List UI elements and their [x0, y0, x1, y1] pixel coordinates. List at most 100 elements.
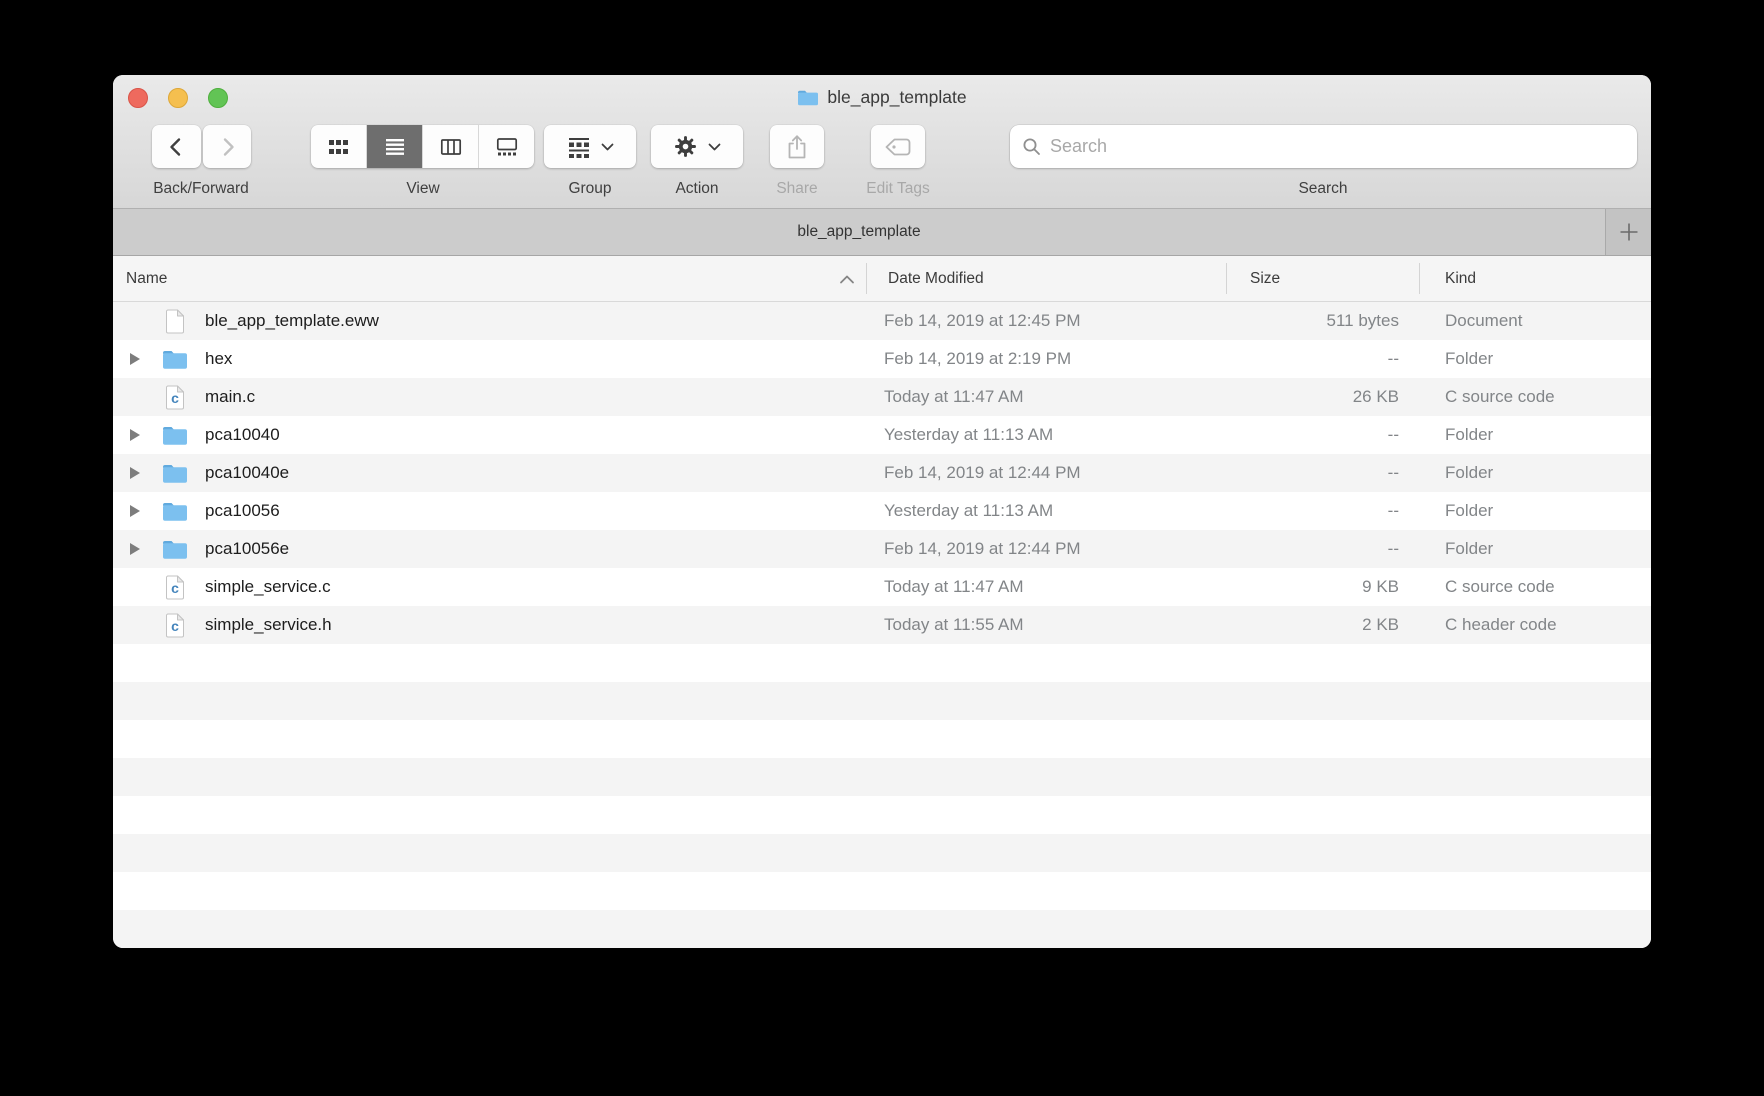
view-segmented-control: [311, 125, 534, 168]
action-caption: Action: [675, 180, 718, 198]
file-name: simple_service.h: [205, 606, 332, 644]
chevron-down-icon: [708, 143, 721, 151]
file-size: 9 KB: [1226, 568, 1399, 606]
disclosure-triangle-icon[interactable]: [130, 543, 140, 555]
column-resize-handle[interactable]: [1226, 263, 1227, 294]
file-icon: [159, 530, 191, 568]
group-button[interactable]: [544, 125, 636, 168]
edit-tags-button[interactable]: [871, 125, 925, 168]
search-field[interactable]: [1010, 125, 1637, 168]
file-row[interactable]: hex Feb 14, 2019 at 2:19 PM -- Folder: [113, 340, 1651, 378]
file-kind: C source code: [1445, 378, 1555, 416]
file-size: 2 KB: [1226, 606, 1399, 644]
file-row[interactable]: pca10056 Yesterday at 11:13 AM -- Folder: [113, 492, 1651, 530]
doc-letter: c: [165, 618, 185, 634]
file-name: pca10056e: [205, 530, 289, 568]
gallery-view-button[interactable]: [478, 125, 534, 168]
disclosure-triangle-icon[interactable]: [130, 353, 140, 365]
column-resize-handle[interactable]: [1419, 263, 1420, 294]
file-row[interactable]: pca10040 Yesterday at 11:13 AM -- Folder: [113, 416, 1651, 454]
gear-icon: [673, 134, 698, 159]
folder-icon: [162, 349, 188, 370]
column-header-name[interactable]: Name: [126, 256, 167, 301]
file-icon: [159, 302, 191, 340]
tag-icon: [884, 136, 912, 158]
file-icon: [159, 340, 191, 378]
file-size: --: [1226, 530, 1399, 568]
desktop-background: ble_app_template: [0, 0, 1764, 1096]
new-tab-button[interactable]: [1605, 209, 1651, 255]
empty-row: [113, 796, 1651, 834]
file-name: simple_service.c: [205, 568, 331, 606]
file-icon: c: [159, 568, 191, 606]
chevron-down-icon: [601, 143, 614, 151]
title-bar: ble_app_template: [113, 75, 1651, 119]
share-caption: Share: [776, 180, 817, 198]
finder-window: ble_app_template: [113, 75, 1651, 948]
file-row[interactable]: c simple_service.c Today at 11:47 AM 9 K…: [113, 568, 1651, 606]
column-view-button[interactable]: [422, 125, 478, 168]
group-caption: Group: [568, 180, 611, 198]
file-date: Feb 14, 2019 at 2:19 PM: [884, 340, 1071, 378]
file-kind: Folder: [1445, 492, 1493, 530]
file-size: 26 KB: [1226, 378, 1399, 416]
search-input[interactable]: [1048, 135, 1625, 158]
file-size: --: [1226, 454, 1399, 492]
disclosure-triangle-icon[interactable]: [130, 429, 140, 441]
file-kind: C header code: [1445, 606, 1557, 644]
doc-letter: c: [165, 580, 185, 596]
share-button[interactable]: [770, 125, 824, 168]
file-row[interactable]: c simple_service.h Today at 11:55 AM 2 K…: [113, 606, 1651, 644]
window-title: ble_app_template: [827, 87, 966, 108]
file-icon: c: [159, 378, 191, 416]
file-kind: Folder: [1445, 416, 1493, 454]
file-row[interactable]: c main.c Today at 11:47 AM 26 KB C sourc…: [113, 378, 1651, 416]
icon-view-button[interactable]: [311, 125, 366, 168]
file-row[interactable]: pca10056e Feb 14, 2019 at 12:44 PM -- Fo…: [113, 530, 1651, 568]
view-caption: View: [406, 180, 439, 198]
file-date: Yesterday at 11:13 AM: [884, 416, 1053, 454]
empty-row: [113, 682, 1651, 720]
document-icon: c: [165, 575, 185, 600]
file-name: pca10040: [205, 416, 280, 454]
file-date: Feb 14, 2019 at 12:45 PM: [884, 302, 1081, 340]
column-header-size[interactable]: Size: [1250, 256, 1280, 301]
file-size: --: [1226, 340, 1399, 378]
empty-row: [113, 758, 1651, 796]
list-view-button[interactable]: [366, 125, 422, 168]
folder-icon: [162, 425, 188, 446]
file-kind: Folder: [1445, 340, 1493, 378]
file-row[interactable]: ble_app_template.eww Feb 14, 2019 at 12:…: [113, 302, 1651, 340]
back-chevron-icon: [165, 135, 189, 159]
doc-letter: c: [165, 390, 185, 406]
column-header-date-modified[interactable]: Date Modified: [888, 256, 984, 301]
file-list: ble_app_template.eww Feb 14, 2019 at 12:…: [113, 302, 1651, 948]
tab-ble-app-template[interactable]: ble_app_template: [113, 209, 1605, 255]
icon-view-icon: [327, 137, 350, 157]
column-resize-handle[interactable]: [866, 263, 867, 294]
window-chrome: ble_app_template: [113, 75, 1651, 209]
file-date: Today at 11:55 AM: [884, 606, 1024, 644]
back-button[interactable]: [152, 125, 201, 168]
disclosure-triangle-icon[interactable]: [130, 505, 140, 517]
empty-row: [113, 872, 1651, 910]
search-caption: Search: [1298, 180, 1347, 198]
column-header-kind[interactable]: Kind: [1445, 256, 1476, 301]
disclosure-triangle-icon[interactable]: [130, 467, 140, 479]
file-kind: Folder: [1445, 530, 1493, 568]
file-date: Today at 11:47 AM: [884, 568, 1024, 606]
file-kind: C source code: [1445, 568, 1555, 606]
plus-icon: [1618, 221, 1640, 243]
file-name: hex: [205, 340, 232, 378]
file-row[interactable]: pca10040e Feb 14, 2019 at 12:44 PM -- Fo…: [113, 454, 1651, 492]
magnifier-icon: [1022, 137, 1041, 156]
folder-icon: [162, 501, 188, 522]
forward-chevron-icon: [215, 135, 239, 159]
group-icon: [567, 136, 591, 158]
forward-button[interactable]: [203, 125, 251, 168]
empty-row: [113, 834, 1651, 872]
folder-icon: [162, 463, 188, 484]
window-title-area: ble_app_template: [113, 75, 1651, 119]
empty-row: [113, 720, 1651, 758]
action-button[interactable]: [651, 125, 743, 168]
